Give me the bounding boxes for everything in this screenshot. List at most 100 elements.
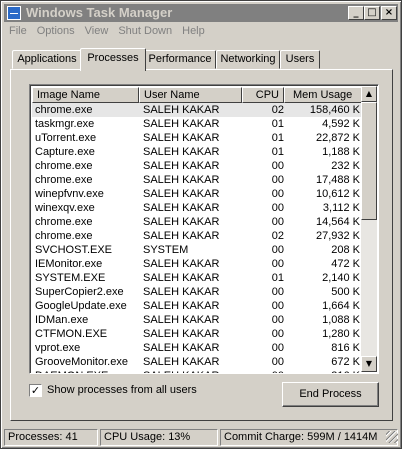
cell-image-name: chrome.exe	[35, 104, 93, 116]
cell-image-name: GoogleUpdate.exe	[35, 300, 127, 312]
tab-networking[interactable]: Networking	[216, 50, 280, 69]
table-row[interactable]: SYSTEM.EXE SALEH KAKAR 01 2,140 K	[32, 271, 362, 285]
cell-image-name: IDMan.exe	[35, 314, 89, 326]
window-title: Windows Task Manager	[26, 5, 173, 20]
column-image-name[interactable]: Image Name	[32, 87, 139, 103]
cell-mem-usage: 4,592 K	[322, 118, 360, 130]
cell-user-name: SALEH KAKAR	[143, 188, 220, 200]
cell-user-name: SALEH KAKAR	[143, 356, 220, 368]
minimize-button[interactable]: _	[348, 6, 364, 20]
tab-performance[interactable]: Performance	[144, 50, 216, 69]
menu-help[interactable]: Help	[177, 23, 210, 39]
cell-image-name: winepfvnv.exe	[35, 188, 104, 200]
status-commit-charge: Commit Charge: 599M / 1414M	[220, 429, 398, 446]
table-row[interactable]: GoogleUpdate.exe SALEH KAKAR 00 1,664 K	[32, 299, 362, 313]
cell-user-name: SALEH KAKAR	[143, 160, 220, 172]
column-cpu[interactable]: CPU	[242, 87, 284, 103]
list-rows: chrome.exe SALEH KAKAR 02 158,460 Ktaskmgr.…	[32, 103, 362, 373]
cell-cpu: 00	[271, 258, 284, 270]
menu-options[interactable]: Options	[32, 23, 80, 39]
maximize-button[interactable]: □	[364, 6, 380, 20]
tab-processes[interactable]: Processes	[80, 48, 146, 71]
cell-user-name: SALEH KAKAR	[143, 286, 220, 298]
menu-file[interactable]: File	[4, 23, 32, 39]
cell-user-name: SALEH KAKAR	[143, 272, 220, 284]
cell-image-name: CTFMON.EXE	[35, 328, 108, 340]
status-cpu-usage: CPU Usage: 13%	[100, 429, 218, 446]
vertical-scrollbar[interactable]: ▲ ▼	[361, 86, 377, 372]
table-row[interactable]: chrome.exe SALEH KAKAR 00 17,488 K	[32, 173, 362, 187]
table-row[interactable]: chrome.exe SALEH KAKAR 00 14,564 K	[32, 215, 362, 229]
title-bar[interactable]: Windows Task Manager _ □ ×	[4, 4, 398, 22]
cell-cpu: 00	[271, 286, 284, 298]
table-row[interactable]: SVCHOST.EXE SYSTEM 00 208 K	[32, 243, 362, 257]
table-row[interactable]: CTFMON.EXE SALEH KAKAR 00 1,280 K	[32, 327, 362, 341]
cell-mem-usage: 1,188 K	[322, 146, 360, 158]
cell-mem-usage: 316 K	[284, 369, 360, 373]
cell-image-name: vprot.exe	[35, 342, 81, 354]
cell-mem-usage: 816 K	[331, 342, 360, 354]
cell-mem-usage: 1,088 K	[322, 314, 360, 326]
task-manager-window: Windows Task Manager _ □ × File Options Vi…	[0, 0, 402, 449]
cell-cpu: 02	[271, 230, 284, 242]
table-row[interactable]: chrome.exe SALEH KAKAR 00 232 K	[32, 159, 362, 173]
cell-image-name: Capture.exe	[35, 146, 95, 158]
cell-cpu: 00	[271, 300, 284, 312]
cell-mem-usage: 1,280 K	[322, 328, 360, 340]
tab-users[interactable]: Users	[280, 50, 320, 69]
table-row[interactable]: SuperCopier2.exe SALEH KAKAR 00 500 K	[32, 285, 362, 299]
cell-user-name: SALEH KAKAR	[143, 216, 220, 228]
cell-image-name: taskmgr.exe	[35, 118, 95, 130]
cell-mem-usage: 672 K	[331, 356, 360, 368]
show-all-users-label: Show processes from all users	[47, 384, 197, 396]
table-row[interactable]: Capture.exe SALEH KAKAR 01 1,188 K	[32, 145, 362, 159]
cell-mem-usage: 500 K	[331, 286, 360, 298]
process-list[interactable]: Image Name User Name CPU Mem Usage chrom…	[29, 84, 379, 374]
table-row[interactable]: chrome.exe SALEH KAKAR 02 27,932 K	[32, 229, 362, 243]
cell-image-name: SuperCopier2.exe	[35, 286, 124, 298]
cell-user-name: SALEH KAKAR	[143, 132, 220, 144]
cell-mem-usage: 10,612 K	[315, 188, 360, 200]
table-row[interactable]: taskmgr.exe SALEH KAKAR 01 4,592 K	[32, 117, 362, 131]
scroll-thumb[interactable]	[361, 102, 377, 220]
status-processes: Processes: 41	[4, 429, 98, 446]
cell-cpu: 00	[271, 314, 284, 326]
resize-grip-icon[interactable]	[386, 431, 398, 443]
table-row[interactable]: chrome.exe SALEH KAKAR 02 158,460 K	[32, 103, 362, 117]
cell-image-name: GrooveMonitor.exe	[35, 356, 128, 368]
table-row[interactable]: IDMan.exe SALEH KAKAR 00 1,088 K	[32, 313, 362, 327]
cell-user-name: SALEH KAKAR	[143, 230, 220, 242]
menu-shut-down[interactable]: Shut Down	[113, 23, 177, 39]
tab-applications[interactable]: Applications	[12, 50, 82, 69]
close-button[interactable]: ×	[381, 6, 397, 20]
cell-user-name: SALEH KAKAR	[143, 146, 220, 158]
column-user-name[interactable]: User Name	[139, 87, 242, 103]
table-row[interactable]: vprot.exe SALEH KAKAR 00 816 K	[32, 341, 362, 355]
cell-mem-usage: 208 K	[331, 244, 360, 256]
table-row[interactable]: IEMonitor.exe SALEH KAKAR 00 472 K	[32, 257, 362, 271]
cell-mem-usage: 232 K	[331, 160, 360, 172]
task-manager-icon	[7, 6, 21, 20]
cell-user-name: SALEH KAKAR	[143, 300, 220, 312]
cell-mem-usage: 1,664 K	[322, 300, 360, 312]
cell-image-name: chrome.exe	[35, 230, 93, 242]
cell-user-name: SALEH KAKAR	[143, 369, 243, 373]
cell-mem-usage: 472 K	[331, 258, 360, 270]
menu-view[interactable]: View	[80, 23, 114, 39]
table-row[interactable]: DAEMON.EXE SALEH KAKAR00316 K	[32, 369, 362, 373]
cell-mem-usage: 27,932 K	[315, 230, 360, 242]
table-row[interactable]: winexqv.exe SALEH KAKAR 00 3,112 K	[32, 201, 362, 215]
table-row[interactable]: uTorrent.exe SALEH KAKAR 01 22,872 K	[32, 131, 362, 145]
cell-user-name: SALEH KAKAR	[143, 342, 220, 354]
table-row[interactable]: winepfvnv.exe SALEH KAKAR 00 10,612 K	[32, 187, 362, 201]
show-all-users-checkbox[interactable]: ✓	[29, 384, 42, 397]
cell-user-name: SALEH KAKAR	[143, 258, 220, 270]
column-mem-usage[interactable]: Mem Usage	[284, 87, 362, 103]
table-row[interactable]: GrooveMonitor.exe SALEH KAKAR 00 672 K	[32, 355, 362, 369]
end-process-button[interactable]: End Process	[282, 382, 379, 407]
cell-mem-usage: 14,564 K	[315, 216, 360, 228]
menu-bar: File Options View Shut Down Help	[4, 23, 398, 41]
scroll-down-icon[interactable]: ▼	[361, 356, 377, 372]
scroll-up-icon[interactable]: ▲	[361, 86, 377, 102]
cell-user-name: SALEH KAKAR	[143, 328, 220, 340]
